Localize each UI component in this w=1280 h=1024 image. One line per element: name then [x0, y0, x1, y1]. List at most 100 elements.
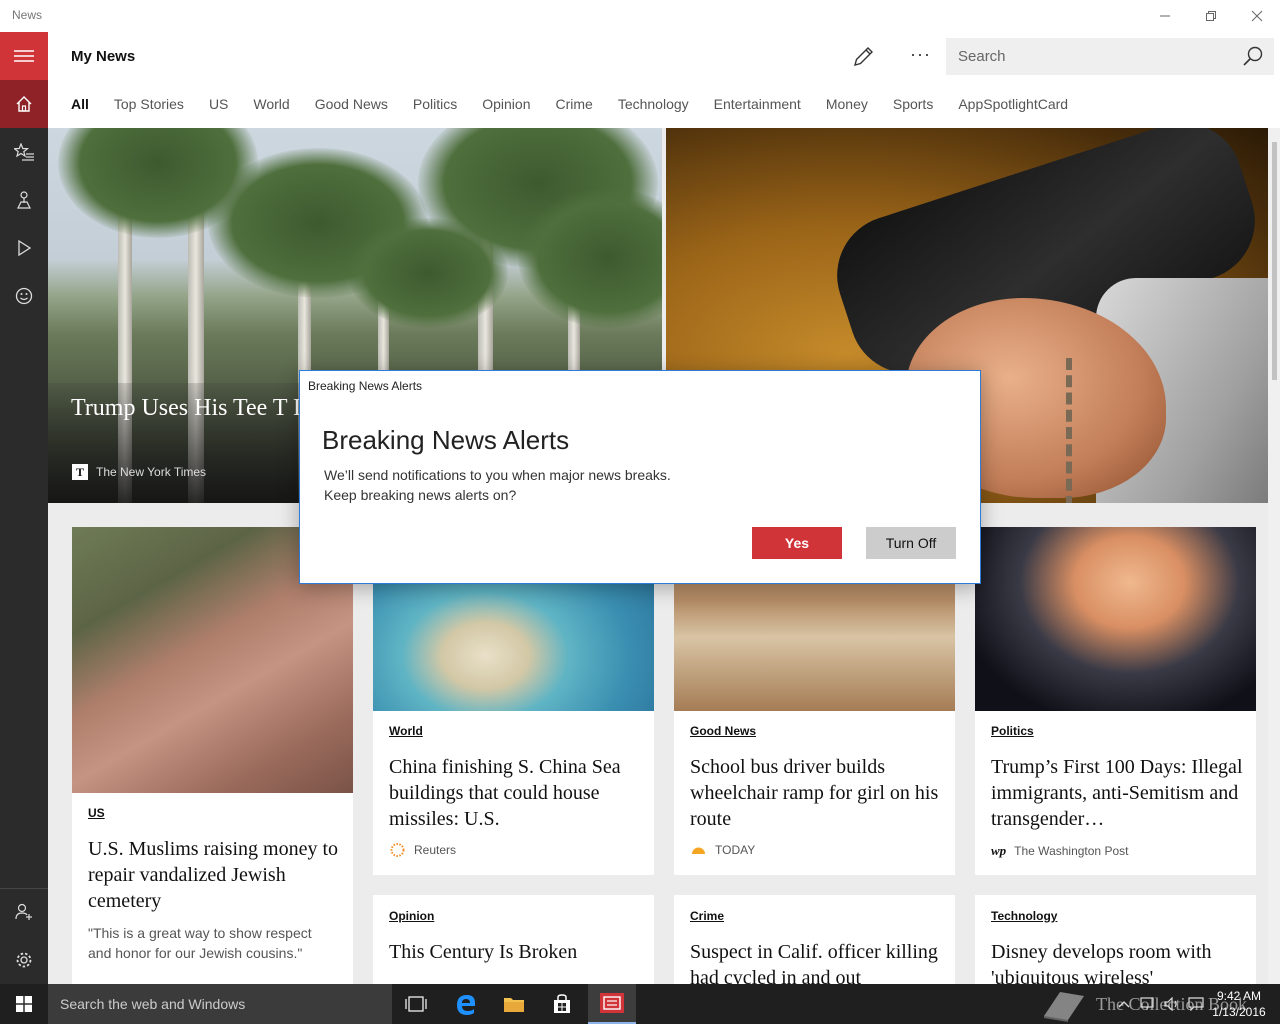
story-category[interactable]: World [389, 724, 423, 738]
start-button[interactable] [0, 984, 48, 1024]
hero-source-name: The New York Times [96, 465, 207, 479]
story-category[interactable]: Opinion [389, 909, 434, 923]
dialog-message: We’ll send notifications to you when maj… [324, 465, 824, 505]
network-icon[interactable] [1140, 997, 1156, 1011]
hamburger-menu-button[interactable] [0, 32, 48, 80]
restore-icon [1206, 11, 1216, 21]
store-button[interactable] [538, 984, 586, 1024]
dialog-message-line: Keep breaking news alerts on? [324, 487, 517, 503]
story-image [975, 527, 1256, 711]
window-title: News [12, 8, 43, 22]
turn-off-button[interactable]: Turn Off [866, 527, 956, 559]
tab-money[interactable]: Money [826, 96, 868, 116]
nav-local-button[interactable] [0, 176, 48, 224]
task-view-button[interactable] [392, 984, 440, 1024]
close-icon [1251, 10, 1263, 22]
story-category[interactable]: Good News [690, 724, 756, 738]
dialog-window-title: Breaking News Alerts [308, 379, 423, 393]
story-source: TODAY [690, 843, 755, 857]
story-category[interactable]: Politics [991, 724, 1034, 738]
search-icon[interactable] [1242, 45, 1264, 67]
story-card-opinion[interactable]: Opinion This Century Is Broken [373, 895, 654, 984]
story-card-crime[interactable]: Crime Suspect in Calif. officer killing … [674, 895, 955, 984]
story-headline[interactable]: School bus driver builds wheelchair ramp… [690, 754, 942, 832]
nav-account-button[interactable] [0, 888, 48, 936]
tab-app-spotlight[interactable]: AppSpotlightCard [958, 96, 1068, 116]
store-bag-icon [554, 994, 570, 1013]
story-snippet: "This is a great way to show respect and… [88, 925, 312, 961]
news-app-icon [600, 993, 624, 1013]
star-list-icon [14, 143, 34, 161]
story-card-politics[interactable]: Politics Trump’s First 100 Days: Illegal… [975, 527, 1256, 875]
tab-opinion[interactable]: Opinion [482, 96, 530, 116]
story-card-us[interactable]: US U.S. Muslims raising money to repair … [72, 527, 353, 984]
story-source: Reuters [389, 843, 456, 857]
nav-settings-button[interactable] [0, 936, 48, 984]
tab-crime[interactable]: Crime [555, 96, 592, 116]
story-headline[interactable]: Trump’s First 100 Days: Illegal immigran… [991, 754, 1243, 832]
news-app-button[interactable] [588, 984, 636, 1024]
more-options-button[interactable]: ··· [910, 44, 931, 65]
search-box[interactable]: Search [946, 38, 1274, 75]
chevron-up-icon[interactable] [1118, 999, 1130, 1009]
edit-button[interactable] [852, 44, 880, 70]
tab-politics[interactable]: Politics [413, 96, 457, 116]
nav-video-button[interactable] [0, 224, 48, 272]
file-explorer-button[interactable] [490, 984, 538, 1024]
story-headline[interactable]: Disney develops room with 'ubiquitous wi… [991, 939, 1243, 984]
task-view-icon [405, 996, 427, 1012]
hero-image-part [1066, 358, 1106, 503]
hamburger-icon [14, 50, 34, 62]
feed-scrollbar[interactable] [1268, 128, 1280, 984]
dialog-heading: Breaking News Alerts [322, 425, 570, 455]
hero-source: T The New York Times [72, 464, 206, 480]
tab-good-news[interactable]: Good News [315, 96, 388, 116]
story-source-name: The Washington Post [1014, 844, 1129, 858]
nyt-logo-icon: T [72, 464, 88, 480]
book-icon [1044, 992, 1084, 1022]
story-headline[interactable]: China finishing S. China Sea buildings t… [389, 754, 641, 832]
story-headline[interactable]: Suspect in Calif. officer killing had cy… [690, 939, 942, 984]
tab-top-stories[interactable]: Top Stories [114, 96, 184, 116]
tab-sports[interactable]: Sports [893, 96, 933, 116]
notifications-icon[interactable] [1188, 997, 1204, 1011]
page-title: My News [71, 48, 136, 65]
home-icon [16, 96, 32, 112]
nav-interests-button[interactable] [0, 128, 48, 176]
windows-logo-icon [16, 996, 32, 1012]
restore-button[interactable] [1188, 0, 1234, 32]
clock-date: 1/13/2016 [1212, 1005, 1266, 1019]
app-header: My News ··· Search All Top Stories US Wo… [48, 32, 1280, 128]
nav-feedback-button[interactable] [0, 272, 48, 320]
edge-button[interactable] [442, 984, 490, 1024]
taskbar: Search the web and Windows The Collectio… [0, 984, 1280, 1024]
window-titlebar: News [0, 0, 1280, 32]
search-input[interactable]: Search [958, 48, 1006, 65]
tab-us[interactable]: US [209, 96, 228, 116]
story-category[interactable]: Crime [690, 909, 724, 923]
local-building-icon [17, 191, 31, 209]
tab-all[interactable]: All [71, 96, 89, 116]
close-button[interactable] [1234, 0, 1280, 32]
tab-entertainment[interactable]: Entertainment [714, 96, 801, 116]
story-category[interactable]: Technology [991, 909, 1057, 923]
story-headline[interactable]: U.S. Muslims raising money to repair van… [88, 836, 340, 914]
taskbar-search-input[interactable]: Search the web and Windows [60, 996, 245, 1012]
nav-rail [0, 32, 48, 984]
taskbar-clock[interactable]: 9:42 AM 1/13/2016 [1204, 988, 1274, 1020]
story-source: wp The Washington Post [991, 843, 1128, 859]
add-user-icon [15, 903, 32, 920]
scrollbar-thumb[interactable] [1272, 142, 1277, 380]
clock-time: 9:42 AM [1216, 989, 1262, 1003]
story-card-technology[interactable]: Technology Disney develops room with 'ub… [975, 895, 1256, 984]
story-headline[interactable]: This Century Is Broken [389, 939, 641, 965]
tab-world[interactable]: World [253, 96, 289, 116]
taskbar-search[interactable]: Search the web and Windows [48, 984, 392, 1024]
play-icon [18, 240, 31, 256]
volume-icon[interactable] [1164, 997, 1180, 1011]
minimize-button[interactable] [1142, 0, 1188, 32]
nav-home-button[interactable] [0, 80, 48, 128]
story-category[interactable]: US [88, 806, 105, 820]
tab-technology[interactable]: Technology [618, 96, 689, 116]
yes-button[interactable]: Yes [752, 527, 842, 559]
